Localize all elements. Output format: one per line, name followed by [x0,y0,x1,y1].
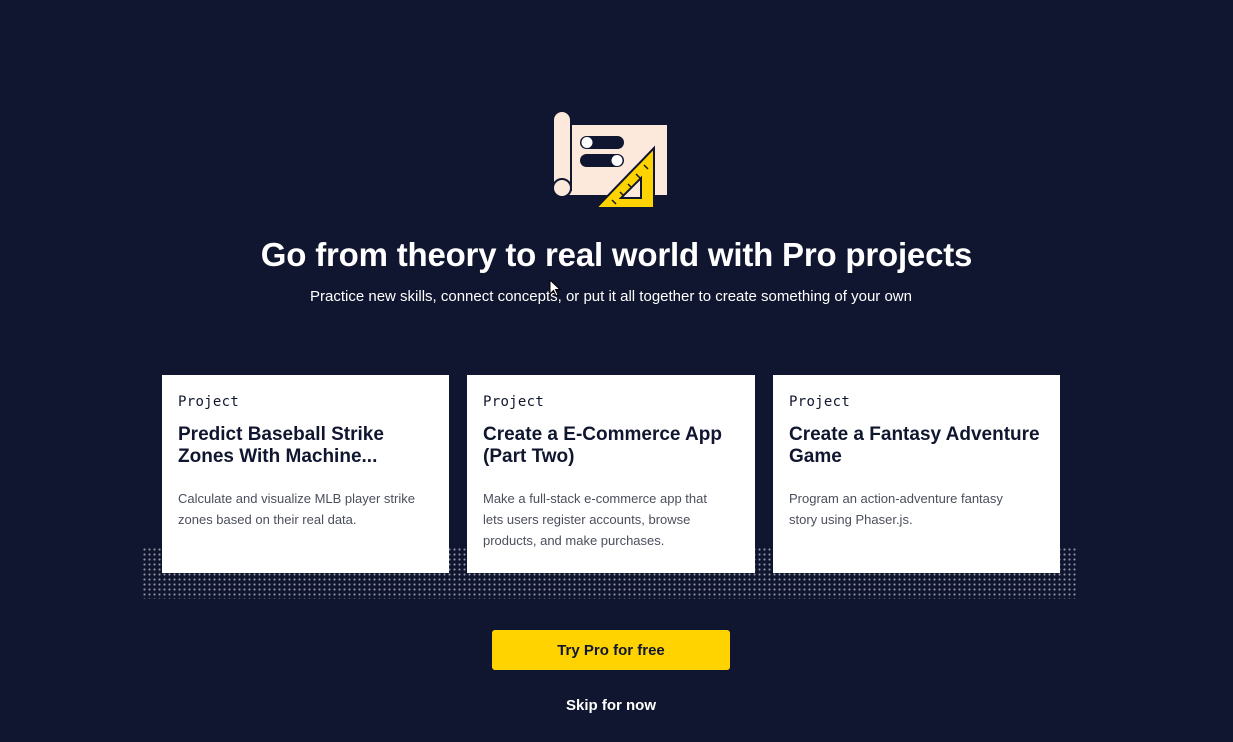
card-description-line: products, and make purchases. [483,533,665,548]
skip-for-now-link[interactable]: Skip for now [0,697,1222,714]
card-description: Program an action-adventure fantasy stor… [789,488,1044,530]
card-description: Make a full-stack e-commerce app that le… [483,488,739,551]
project-card-ecommerce[interactable]: Project Create a E-Commerce App (Part Tw… [467,375,755,573]
card-description-line: Make a full-stack e-commerce app that [483,491,707,506]
project-card-fantasy-game[interactable]: Project Create a Fantasy Adventure Game … [773,375,1060,573]
card-title: Create a Fantasy Adventure Game [789,424,1044,468]
card-description-line: lets users register accounts, browse [483,512,691,527]
card-title-line: Create a Fantasy Adventure [789,424,1040,445]
card-description-line: story using Phaser.js. [789,512,913,527]
card-type-label: Project [178,394,240,410]
project-card-baseball[interactable]: Project Predict Baseball Strike Zones Wi… [162,375,449,573]
card-type-label: Project [789,394,851,410]
card-type-label: Project [483,394,545,410]
card-title-line: Zones With Machine... [178,446,378,467]
page-headline: Go from theory to real world with Pro pr… [260,236,973,273]
card-title-line: Create a E-Commerce App [483,424,722,445]
mouse-pointer-icon [549,279,562,297]
card-title-line: Game [789,446,842,467]
blueprint-ruler-illustration-icon [552,112,669,209]
card-description-line: zones based on their real data. [178,512,357,527]
card-title: Create a E-Commerce App (Part Two) [483,424,739,468]
card-description-line: Calculate and visualize MLB player strik… [178,491,415,506]
card-title-line: Predict Baseball Strike [178,424,384,445]
card-title: Predict Baseball Strike Zones With Machi… [178,424,433,468]
card-description-line: Program an action-adventure fantasy [789,491,1003,506]
try-pro-button[interactable]: Try Pro for free [492,630,730,670]
page-subheadline: Practice new skills, connect concepts, o… [310,288,912,305]
card-description: Calculate and visualize MLB player strik… [178,488,433,530]
card-title-line: (Part Two) [483,446,575,467]
